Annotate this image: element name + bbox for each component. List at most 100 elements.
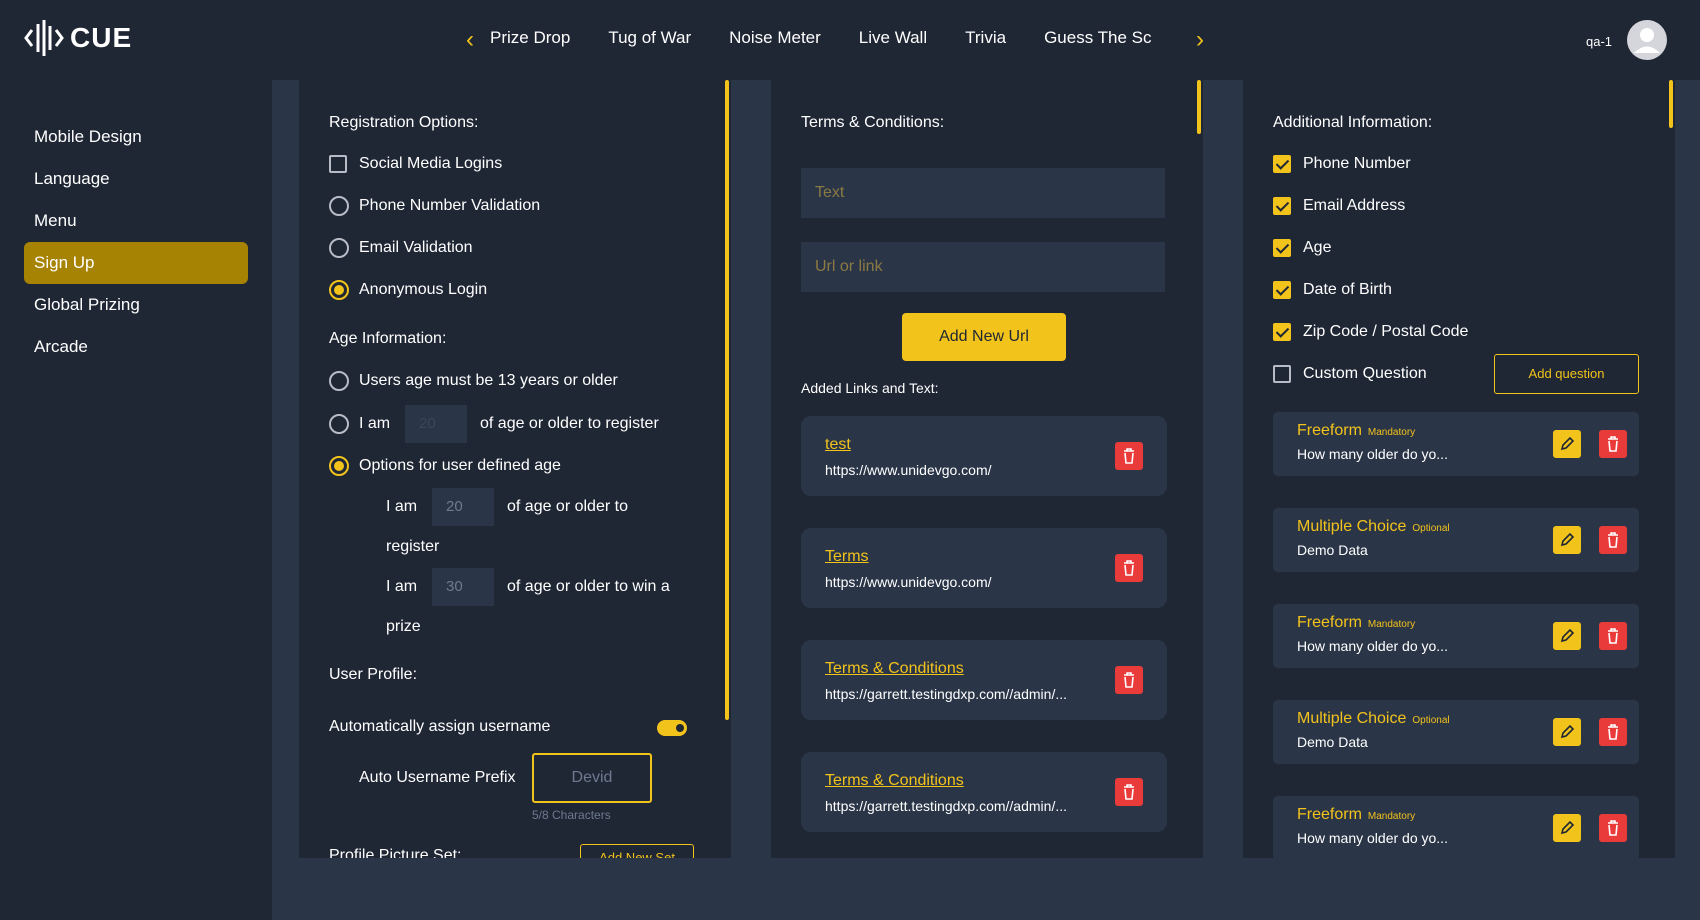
age-custom-radio[interactable] (329, 414, 349, 434)
anonymous-login-radio[interactable] (329, 280, 349, 300)
trash-icon (1608, 820, 1618, 836)
logo[interactable]: CUE (24, 20, 132, 56)
dob-label: Date of Birth (1303, 281, 1392, 298)
age-custom-input[interactable]: 20 (405, 405, 467, 443)
question-type: Freeform Mandatory (1297, 422, 1416, 439)
delete-button[interactable] (1115, 442, 1143, 470)
delete-button[interactable] (1115, 554, 1143, 582)
edit-button[interactable] (1553, 718, 1581, 746)
delete-button[interactable] (1599, 526, 1627, 554)
sidebar-item-mobile-design[interactable]: Mobile Design (24, 116, 248, 158)
age-title: Age Information: (329, 330, 447, 347)
tab-trivia[interactable]: Trivia (965, 28, 1006, 47)
tab-tug-of-war[interactable]: Tug of War (608, 28, 691, 47)
user-defined-age-radio[interactable] (329, 456, 349, 476)
tab-live-wall[interactable]: Live Wall (859, 28, 927, 47)
user-profile-title: User Profile: (329, 666, 418, 683)
auto-assign-toggle[interactable] (657, 720, 687, 736)
delete-button[interactable] (1599, 718, 1627, 746)
pencil-icon (1560, 820, 1575, 835)
register-age-suffix: of age or older to (507, 498, 628, 515)
add-question-button[interactable]: Add question (1494, 354, 1639, 394)
question-text: Demo Data (1297, 734, 1368, 750)
sidebar: Mobile Design Language Menu Sign Up Glob… (0, 80, 272, 908)
edit-button[interactable] (1553, 526, 1581, 554)
chevron-right-icon[interactable]: › (1196, 26, 1204, 54)
sidebar-item-global-prizing[interactable]: Global Prizing (24, 284, 248, 326)
terms-url-input[interactable]: Url or link (801, 242, 1165, 292)
chevron-left-icon[interactable]: ‹ (466, 26, 474, 54)
link-title[interactable]: Terms & Conditions (825, 660, 964, 678)
pencil-icon (1560, 724, 1575, 739)
char-count: 5/8 Characters (532, 808, 611, 822)
scrollbar[interactable] (725, 80, 729, 720)
sidebar-item-language[interactable]: Language (24, 158, 248, 200)
scrollbar[interactable] (1197, 80, 1201, 134)
question-badge: Mandatory (1367, 427, 1416, 438)
add-new-url-button[interactable]: Add New Url (902, 313, 1066, 361)
edit-button[interactable] (1553, 430, 1581, 458)
registration-title: Registration Options: (329, 114, 479, 131)
user-name: qa-1 (1586, 34, 1613, 49)
link-title[interactable]: test (825, 436, 851, 454)
age-custom-prefix: I am (359, 415, 391, 432)
question-text: How many older do yo... (1297, 638, 1448, 654)
question-type: Multiple Choice Optional (1297, 710, 1450, 727)
dob-checkbox[interactable] (1273, 281, 1291, 299)
delete-button[interactable] (1599, 430, 1627, 458)
tab-noise-meter[interactable]: Noise Meter (729, 28, 821, 47)
delete-button[interactable] (1115, 666, 1143, 694)
sidebar-item-arcade[interactable]: Arcade (24, 326, 248, 368)
email-validation-radio[interactable] (329, 238, 349, 258)
terms-text-input[interactable]: Text (801, 168, 1165, 218)
zip-code-checkbox[interactable] (1273, 323, 1291, 341)
tab-prize-drop[interactable]: Prize Drop (490, 28, 570, 47)
question-card: Freeform Mandatory How many older do yo..… (1273, 412, 1639, 476)
link-title[interactable]: Terms (825, 548, 869, 566)
delete-button[interactable] (1599, 814, 1627, 842)
delete-button[interactable] (1115, 778, 1143, 806)
tab-guess-the-score[interactable]: Guess The Sc (1044, 28, 1151, 47)
age-13-radio[interactable] (329, 371, 349, 391)
avatar[interactable] (1627, 20, 1667, 60)
link-card: Terms & Conditions https://garrett.testi… (801, 640, 1167, 720)
link-card: Terms & Conditions https://garrett.testi… (801, 752, 1167, 832)
email-validation-label: Email Validation (359, 239, 473, 256)
edit-button[interactable] (1553, 622, 1581, 650)
question-text: How many older do yo... (1297, 446, 1448, 462)
prefix-input[interactable]: Devid (532, 753, 652, 803)
add-set-button[interactable]: Add New Set (580, 844, 694, 858)
sidebar-item-menu[interactable]: Menu (24, 200, 248, 242)
prize-age-input[interactable]: 30 (432, 568, 494, 606)
custom-question-checkbox[interactable] (1273, 365, 1291, 383)
sidebar-item-sign-up[interactable]: Sign Up (24, 242, 248, 284)
scrollbar[interactable] (1669, 80, 1673, 128)
age-checkbox[interactable] (1273, 239, 1291, 257)
link-card: test https://www.unidevgo.com/ (801, 416, 1167, 496)
trash-icon (1608, 436, 1618, 452)
custom-question-label: Custom Question (1303, 365, 1427, 382)
prefix-label: Auto Username Prefix (359, 769, 516, 786)
terms-title: Terms & Conditions: (801, 114, 945, 131)
terms-panel: Terms & Conditions: Text Url or link Add… (771, 80, 1203, 858)
delete-button[interactable] (1599, 622, 1627, 650)
logo-text: CUE (70, 22, 133, 53)
phone-validation-radio[interactable] (329, 196, 349, 216)
prize-age-prefix: I am (386, 578, 418, 595)
link-url: https://www.unidevgo.com/ (825, 462, 992, 478)
register-age-input[interactable]: 20 (432, 488, 494, 526)
edit-button[interactable] (1553, 814, 1581, 842)
question-card: Multiple Choice Optional Demo Data (1273, 700, 1639, 764)
additional-info-panel: Additional Information: Phone Number Ema… (1243, 80, 1675, 858)
link-card: Terms https://www.unidevgo.com/ (801, 528, 1167, 608)
trash-icon (1124, 560, 1134, 576)
trash-icon (1124, 448, 1134, 464)
social-media-checkbox[interactable] (329, 155, 347, 173)
question-type: Freeform Mandatory (1297, 614, 1416, 631)
anonymous-login-label: Anonymous Login (359, 281, 488, 298)
email-address-checkbox[interactable] (1273, 197, 1291, 215)
phone-number-checkbox[interactable] (1273, 155, 1291, 173)
link-title[interactable]: Terms & Conditions (825, 772, 964, 790)
question-text: Demo Data (1297, 542, 1368, 558)
question-badge: Optional (1412, 715, 1450, 726)
